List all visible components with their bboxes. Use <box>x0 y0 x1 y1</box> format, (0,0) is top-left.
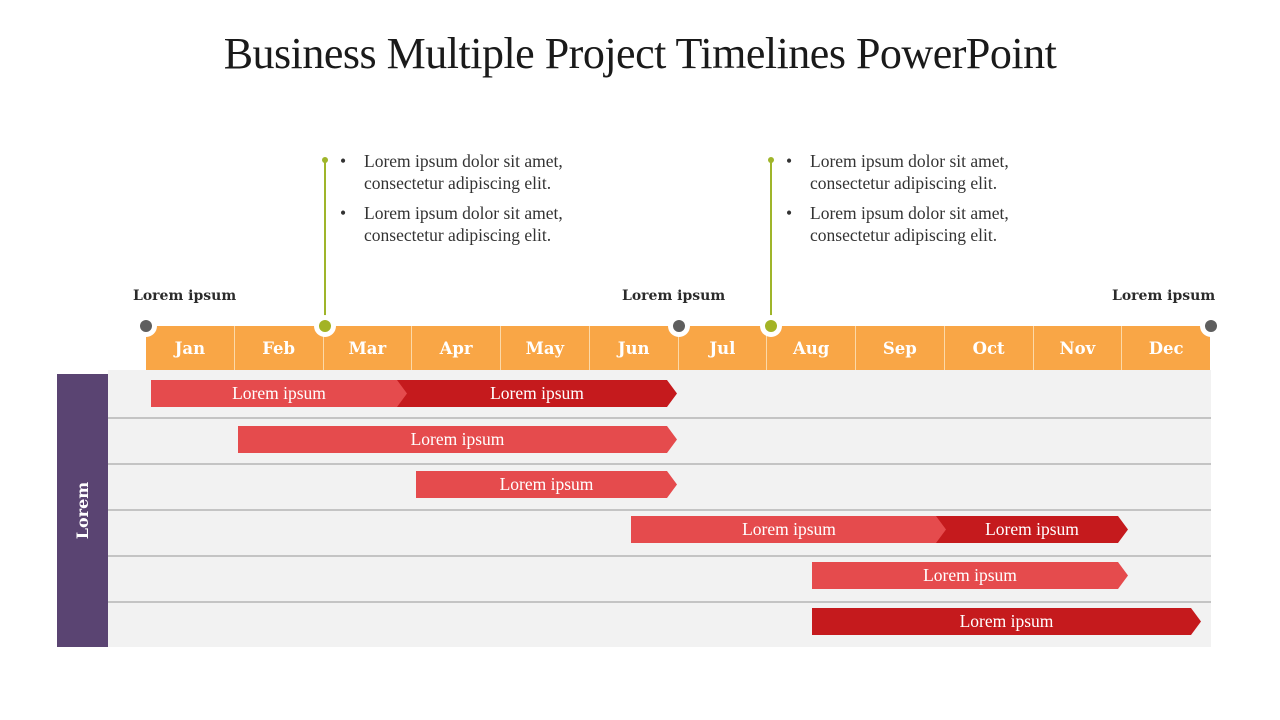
month-cell: Aug <box>767 326 856 370</box>
callout-2: Lorem ipsum dolor sit amet, consectetur … <box>786 150 1086 254</box>
task-bar[interactable]: Lorem ipsum <box>416 471 677 498</box>
month-cell: Jun <box>590 326 679 370</box>
milestone-marker <box>140 320 152 332</box>
callout-stem <box>324 160 326 322</box>
page-title: Business Multiple Project Timelines Powe… <box>223 29 1057 78</box>
month-cell: Oct <box>945 326 1034 370</box>
row-group-label: Lorem <box>57 374 108 647</box>
month-cell: Jan <box>146 326 235 370</box>
callout-bullet: Lorem ipsum dolor sit amet, consectetur … <box>340 150 640 194</box>
month-strip: Jan Feb Mar Apr May Jun Jul Aug Sep Oct … <box>146 326 1210 370</box>
milestone-marker <box>673 320 685 332</box>
month-cell: Sep <box>856 326 945 370</box>
milestone-marker <box>765 320 777 332</box>
row-divider <box>108 601 1211 603</box>
milestone-label: Lorem ipsum <box>622 288 726 304</box>
row-divider <box>108 463 1211 465</box>
task-bar[interactable]: Lorem ipsum <box>936 516 1128 543</box>
month-cell: Jul <box>679 326 768 370</box>
task-bar[interactable]: Lorem ipsum <box>631 516 947 543</box>
task-bar[interactable]: Lorem ipsum <box>397 380 677 407</box>
callout-1: Lorem ipsum dolor sit amet, consectetur … <box>340 150 640 254</box>
month-cell: May <box>501 326 590 370</box>
task-bar[interactable]: Lorem ipsum <box>238 426 677 453</box>
month-cell: Feb <box>235 326 324 370</box>
task-bar[interactable]: Lorem ipsum <box>812 562 1128 589</box>
row-group-label-text: Lorem <box>73 481 92 540</box>
month-cell: Apr <box>412 326 501 370</box>
milestone-label: Lorem ipsum <box>133 288 237 304</box>
month-cell: Dec <box>1148 338 1184 358</box>
milestone-marker <box>1205 320 1217 332</box>
row-divider <box>108 417 1211 419</box>
month-cell: Nov <box>1034 326 1123 370</box>
callout-bullet: Lorem ipsum dolor sit amet, consectetur … <box>786 202 1086 246</box>
callout-bullet: Lorem ipsum dolor sit amet, consectetur … <box>786 150 1086 194</box>
milestone-label: Lorem ipsum <box>1112 288 1216 304</box>
month-cell: Mar <box>324 326 413 370</box>
callout-bullet: Lorem ipsum dolor sit amet, consectetur … <box>340 202 640 246</box>
task-bar[interactable]: Lorem ipsum <box>812 608 1201 635</box>
callout-stem <box>770 160 772 322</box>
task-bar[interactable]: Lorem ipsum <box>151 380 407 407</box>
row-divider <box>108 555 1211 557</box>
milestone-marker <box>319 320 331 332</box>
row-divider <box>108 509 1211 511</box>
